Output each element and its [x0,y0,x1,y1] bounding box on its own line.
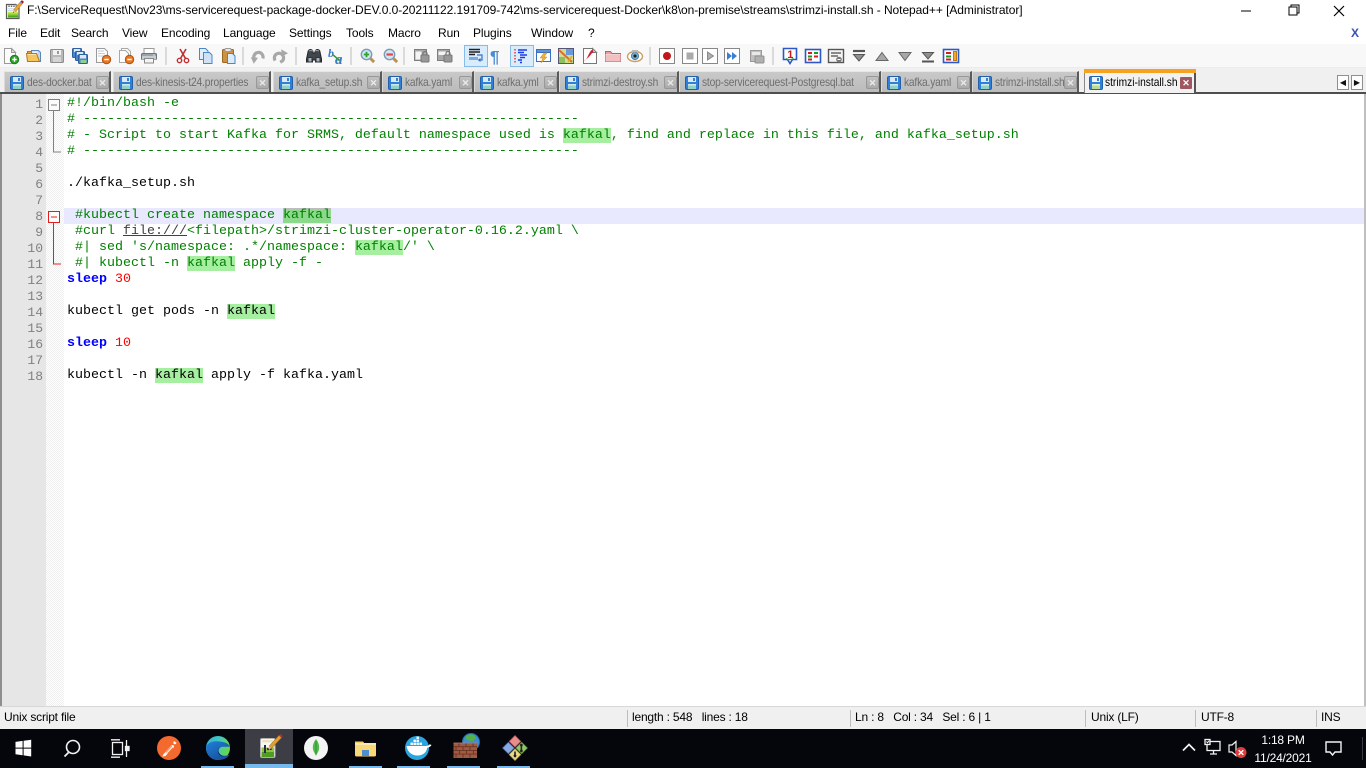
svg-text:b: b [328,46,334,60]
svg-text:¶: ¶ [490,48,499,67]
